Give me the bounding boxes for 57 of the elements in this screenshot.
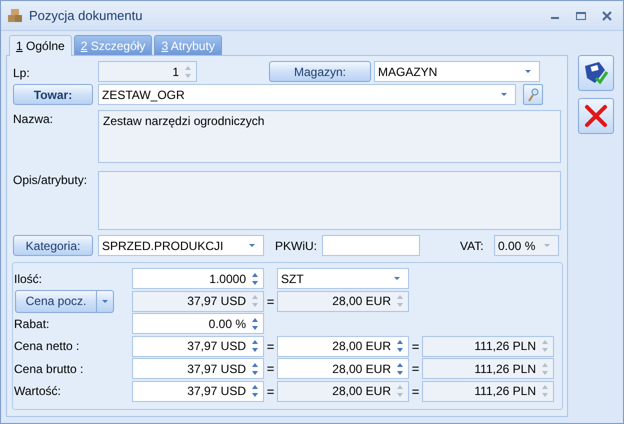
- amount-spinner[interactable]: 37,97 USD: [132, 336, 264, 356]
- dropdown-caret-icon[interactable]: [524, 69, 532, 74]
- amount-spinner[interactable]: 28,00 EUR: [277, 336, 409, 356]
- spin-arrows-icon[interactable]: [250, 270, 260, 286]
- save-button[interactable]: [578, 55, 614, 91]
- equals-sign: =: [266, 361, 276, 376]
- warehouse-dropdown[interactable]: MAGAZYN: [374, 61, 540, 82]
- equals-sign: =: [266, 338, 276, 354]
- field-label: Cena brutto :: [14, 362, 84, 376]
- spin-arrows-icon[interactable]: [250, 316, 260, 332]
- amount-spinner[interactable]: 1.0000: [132, 268, 264, 289]
- dropdown-caret-icon[interactable]: [248, 243, 256, 248]
- field-label: Wartość:: [14, 384, 61, 398]
- amount-spinner[interactable]: 37,97 USD: [132, 380, 264, 402]
- close-icon: [584, 104, 608, 128]
- maximize-icon[interactable]: [575, 10, 587, 20]
- category-dropdown[interactable]: SPRZED.PRODUKCJI: [98, 235, 264, 256]
- boxes-icon: [7, 8, 23, 22]
- amount-spinner[interactable]: 28,00 EUR: [277, 358, 409, 379]
- search-button[interactable]: [523, 84, 543, 105]
- equals-sign: =: [266, 384, 276, 398]
- equals-sign: =: [410, 384, 420, 398]
- field-label: Cena netto :: [14, 339, 80, 353]
- amount-spinner[interactable]: 0.00 %: [132, 313, 264, 334]
- search-icon: [527, 88, 539, 102]
- pkwiu-input[interactable]: [322, 235, 420, 256]
- tab[interactable]: 1 Ogólne: [9, 35, 72, 56]
- field-label: Rabat:: [14, 316, 50, 330]
- spin-arrows-icon[interactable]: [395, 338, 405, 354]
- dropdown-caret-icon[interactable]: [500, 92, 508, 97]
- window-title: Pozycja dokumentu: [29, 8, 142, 23]
- field-label: PKWiU:: [275, 238, 318, 252]
- product-dropdown[interactable]: ZESTAW_OGR: [98, 84, 516, 105]
- field-label: Opis/atrybuty:: [13, 172, 88, 187]
- name-textarea[interactable]: Zestaw narzędzi ogrodniczych: [98, 110, 561, 163]
- field-label: VAT:: [460, 238, 485, 252]
- kategoria-button[interactable]: Kategoria:: [13, 235, 93, 256]
- spin-arrows-icon[interactable]: [250, 383, 260, 399]
- close-icon[interactable]: [601, 10, 613, 20]
- dropdown-caret-icon[interactable]: [393, 276, 401, 281]
- dropdown-caret-icon[interactable]: [101, 298, 109, 304]
- cancel-button[interactable]: [578, 98, 614, 134]
- towar-button[interactable]: Towar:: [13, 84, 93, 105]
- unit-dropdown[interactable]: SZT: [277, 268, 409, 289]
- field-label: Lp:: [13, 64, 31, 80]
- spin-arrows-icon[interactable]: [250, 338, 260, 354]
- floppy-check-icon: [583, 60, 609, 86]
- spin-arrows-icon[interactable]: [395, 360, 405, 376]
- equals-sign: =: [410, 338, 420, 354]
- field-label: Nazwa:: [13, 111, 54, 126]
- equals-sign: =: [410, 361, 420, 376]
- magazyn-button[interactable]: Magazyn:: [269, 61, 371, 82]
- amount-spinner[interactable]: 37,97 USD: [132, 358, 264, 379]
- equals-sign: =: [266, 294, 276, 308]
- price-type-split-button[interactable]: Cena pocz.: [15, 290, 114, 312]
- spin-arrows-icon[interactable]: [250, 360, 260, 376]
- field-label: Ilość:: [14, 272, 42, 286]
